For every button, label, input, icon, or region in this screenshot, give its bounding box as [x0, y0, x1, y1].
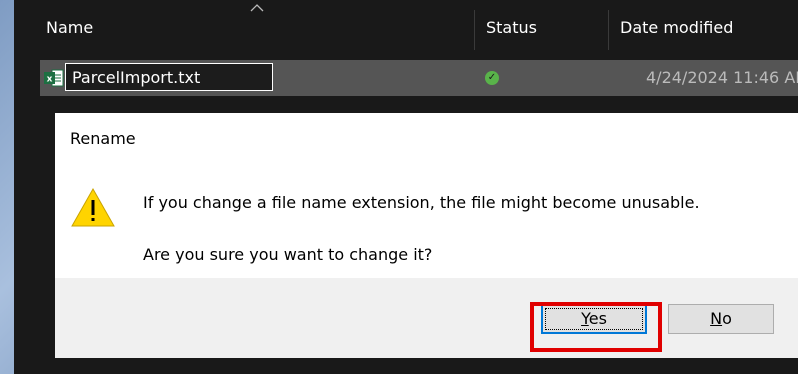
date-modified-cell: 4/24/2024 11:46 AM: [646, 68, 798, 87]
rename-dialog: Rename If you change a file name extensi…: [55, 113, 798, 358]
warning-icon: [71, 187, 115, 227]
column-divider[interactable]: [474, 10, 475, 50]
rename-input[interactable]: ParcelImport.txt: [65, 63, 273, 91]
column-header-status[interactable]: Status: [486, 18, 537, 37]
yes-accelerator: Y: [581, 309, 589, 328]
dialog-button-bar: Yes No: [55, 278, 798, 358]
sort-ascending-icon: [250, 4, 264, 12]
column-header-date-modified[interactable]: Date modified: [620, 18, 733, 37]
no-accelerator: N: [710, 309, 723, 328]
column-divider[interactable]: [608, 10, 609, 50]
sync-ok-icon: ✓: [485, 71, 499, 85]
dialog-title: Rename: [70, 129, 136, 148]
no-label: o: [722, 309, 732, 328]
yes-label: es: [588, 309, 607, 328]
dialog-question: Are you sure you want to change it?: [143, 245, 433, 264]
no-button[interactable]: No: [668, 304, 774, 334]
excel-icon: x: [44, 69, 64, 87]
column-header-bar: Name Status Date modified: [14, 0, 798, 60]
yes-button[interactable]: Yes: [541, 304, 647, 334]
dialog-message: If you change a file name extension, the…: [143, 193, 700, 212]
file-row[interactable]: x ParcelImport.txt ✓ 4/24/2024 11:46 AM: [40, 60, 798, 96]
svg-text:x: x: [47, 75, 53, 85]
column-header-name[interactable]: Name: [46, 18, 93, 37]
